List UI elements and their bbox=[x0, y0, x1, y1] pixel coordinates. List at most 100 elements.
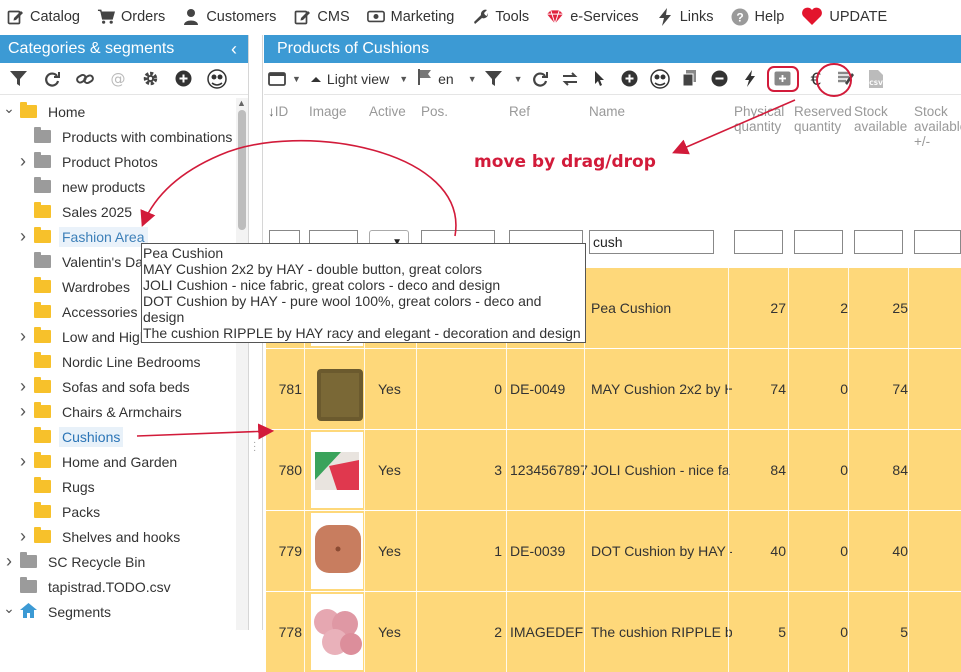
filter-grid-icon[interactable]: ▼ bbox=[484, 66, 523, 92]
link-icon[interactable] bbox=[68, 66, 101, 92]
cell-id[interactable]: 779 bbox=[270, 511, 302, 591]
cell-pos[interactable]: 0 bbox=[424, 349, 502, 429]
tree-expand-icon[interactable]: › bbox=[16, 326, 30, 346]
cell-stock[interactable]: 84 bbox=[852, 430, 908, 510]
tree-item[interactable]: Rugs bbox=[16, 474, 98, 499]
cell-res[interactable]: 0 bbox=[792, 511, 848, 591]
cell-id[interactable]: 778 bbox=[270, 592, 302, 672]
cell-ref[interactable]: 1234567897 bbox=[510, 430, 588, 510]
cursor-icon[interactable] bbox=[587, 66, 613, 92]
cell-pos[interactable]: 1 bbox=[424, 511, 502, 591]
col-header-id[interactable]: ↓ID bbox=[268, 104, 288, 119]
cell-phys[interactable]: 84 bbox=[732, 430, 786, 510]
cell-phys[interactable]: 74 bbox=[732, 349, 786, 429]
cell-pos[interactable]: 3 bbox=[424, 430, 502, 510]
cell-stock[interactable]: 40 bbox=[852, 511, 908, 591]
tree-item[interactable]: Cushions bbox=[16, 424, 124, 449]
column-view-icon[interactable]: ▼ bbox=[268, 66, 301, 92]
filter-icon[interactable] bbox=[2, 66, 35, 92]
refresh-grid-icon[interactable] bbox=[527, 66, 553, 92]
tree-expand-icon[interactable]: › bbox=[2, 551, 16, 571]
cell-ref[interactable]: DE-0039 bbox=[510, 511, 588, 591]
col-header-stock-available[interactable]: Stock available bbox=[854, 104, 910, 134]
tree-item[interactable]: Sales 2025 bbox=[16, 199, 135, 224]
col-header-image[interactable]: Image bbox=[309, 104, 347, 119]
tree-expand-icon[interactable]: › bbox=[16, 376, 30, 396]
cell-stock[interactable]: 25 bbox=[852, 268, 908, 348]
tree-item[interactable]: › Sofas and sofa beds bbox=[16, 374, 193, 399]
cell-phys[interactable]: 5 bbox=[732, 592, 786, 672]
cell-ref[interactable]: DE-0049 bbox=[510, 349, 588, 429]
language-selector[interactable]: en ▼ bbox=[418, 66, 477, 92]
cell-ref[interactable]: IMAGEDEF bbox=[510, 592, 588, 672]
tree-item[interactable]: Accessories f bbox=[16, 299, 148, 324]
table-row[interactable]: 780 Yes 3 1234567897 JOLI Cushion - nice fa 8… bbox=[266, 430, 961, 510]
cell-phys[interactable]: 27 bbox=[732, 268, 786, 348]
bulk-edit-icon[interactable] bbox=[833, 66, 859, 92]
menu-help[interactable]: ? Help bbox=[731, 8, 784, 26]
tree-item[interactable]: › Home and Garden bbox=[16, 449, 180, 474]
menu-update[interactable]: UPDATE bbox=[801, 7, 887, 26]
product-thumbnail[interactable] bbox=[311, 351, 363, 427]
cell-name[interactable]: The cushion RIPPLE b bbox=[591, 592, 732, 672]
tree-scrollbar[interactable]: ▲ bbox=[236, 98, 248, 630]
cell-phys[interactable]: 40 bbox=[732, 511, 786, 591]
flash-icon[interactable] bbox=[737, 66, 763, 92]
cell-id[interactable]: 780 bbox=[270, 430, 302, 510]
cell-id[interactable]: 781 bbox=[270, 349, 302, 429]
collapse-panel-button[interactable]: ‹ bbox=[220, 39, 248, 60]
tree-item[interactable]: Nordic Line Bedrooms bbox=[16, 349, 204, 374]
filter-name-input[interactable]: cush bbox=[589, 230, 714, 254]
duplicate-icon[interactable] bbox=[677, 66, 703, 92]
cell-name[interactable]: JOLI Cushion - nice fa bbox=[591, 430, 732, 510]
tree-scrollbar-thumb[interactable] bbox=[238, 110, 246, 230]
cell-res[interactable]: 2 bbox=[792, 268, 848, 348]
cell-res[interactable]: 0 bbox=[792, 430, 848, 510]
remove-icon[interactable] bbox=[707, 66, 733, 92]
product-thumbnail[interactable] bbox=[311, 432, 363, 508]
cell-name[interactable]: Pea Cushion bbox=[591, 268, 732, 348]
menu-marketing[interactable]: Marketing bbox=[366, 8, 454, 26]
table-row[interactable]: 779 Yes 1 DE-0039 DOT Cushion by HAY -40 0 40 bbox=[266, 511, 961, 591]
csv-export-icon[interactable]: CSV bbox=[863, 66, 889, 92]
menu-catalog[interactable]: Catalog bbox=[6, 8, 80, 26]
tree-expand-icon[interactable]: › bbox=[16, 526, 30, 546]
menu-tools[interactable]: Tools bbox=[471, 8, 529, 26]
tree-expand-icon[interactable]: › bbox=[16, 401, 30, 421]
tree-collapse-icon[interactable]: ⌄ bbox=[2, 600, 16, 616]
tree-item[interactable]: tapistrad.TODO.csv bbox=[2, 574, 174, 599]
add-to-category-button[interactable] bbox=[766, 65, 799, 92]
add-product-icon[interactable] bbox=[617, 66, 643, 92]
col-header-physical-qty[interactable]: Physical quantity bbox=[734, 104, 790, 134]
scroll-up-icon[interactable]: ▲ bbox=[237, 98, 246, 108]
cell-pos[interactable]: 2 bbox=[424, 592, 502, 672]
tree-item[interactable]: › Shelves and hooks bbox=[16, 524, 183, 549]
cell-stock[interactable]: 5 bbox=[852, 592, 908, 672]
menu-eservices[interactable]: e-Services bbox=[546, 8, 639, 26]
tree-item[interactable]: › Product Photos bbox=[16, 149, 161, 174]
filter-stock-delta-input[interactable] bbox=[914, 230, 961, 254]
tree-expand-icon[interactable]: › bbox=[16, 151, 30, 171]
product-thumbnail[interactable] bbox=[311, 594, 363, 670]
settings-gear-icon[interactable] bbox=[134, 66, 167, 92]
menu-customers[interactable]: Customers bbox=[182, 8, 276, 26]
mascot-grid-icon[interactable] bbox=[647, 66, 673, 92]
mascot-icon[interactable] bbox=[200, 66, 233, 92]
cell-stock[interactable]: 74 bbox=[852, 349, 908, 429]
add-category-icon[interactable] bbox=[167, 66, 200, 92]
col-header-stock-delta[interactable]: Stock available +/- bbox=[914, 104, 961, 149]
at-icon[interactable]: @ bbox=[101, 66, 134, 92]
splitter-grip-icon[interactable]: · · · bbox=[253, 438, 256, 456]
filter-physical-input[interactable] bbox=[734, 230, 783, 254]
col-header-active[interactable]: Active bbox=[369, 104, 406, 119]
tree-item[interactable]: Packs bbox=[16, 499, 103, 524]
view-selector[interactable]: Light view ▼ bbox=[310, 66, 408, 92]
filter-reserved-input[interactable] bbox=[794, 230, 843, 254]
tree-collapse-icon[interactable]: ⌄ bbox=[2, 100, 16, 116]
tree-item[interactable]: ⌄ Segments bbox=[2, 599, 114, 624]
menu-links[interactable]: Links bbox=[656, 7, 714, 26]
menu-cms[interactable]: CMS bbox=[293, 8, 350, 26]
tree-item[interactable]: Products with combinations bbox=[16, 124, 235, 149]
tree-item[interactable]: Valentin's Day bbox=[16, 249, 153, 274]
cell-res[interactable]: 0 bbox=[792, 349, 848, 429]
